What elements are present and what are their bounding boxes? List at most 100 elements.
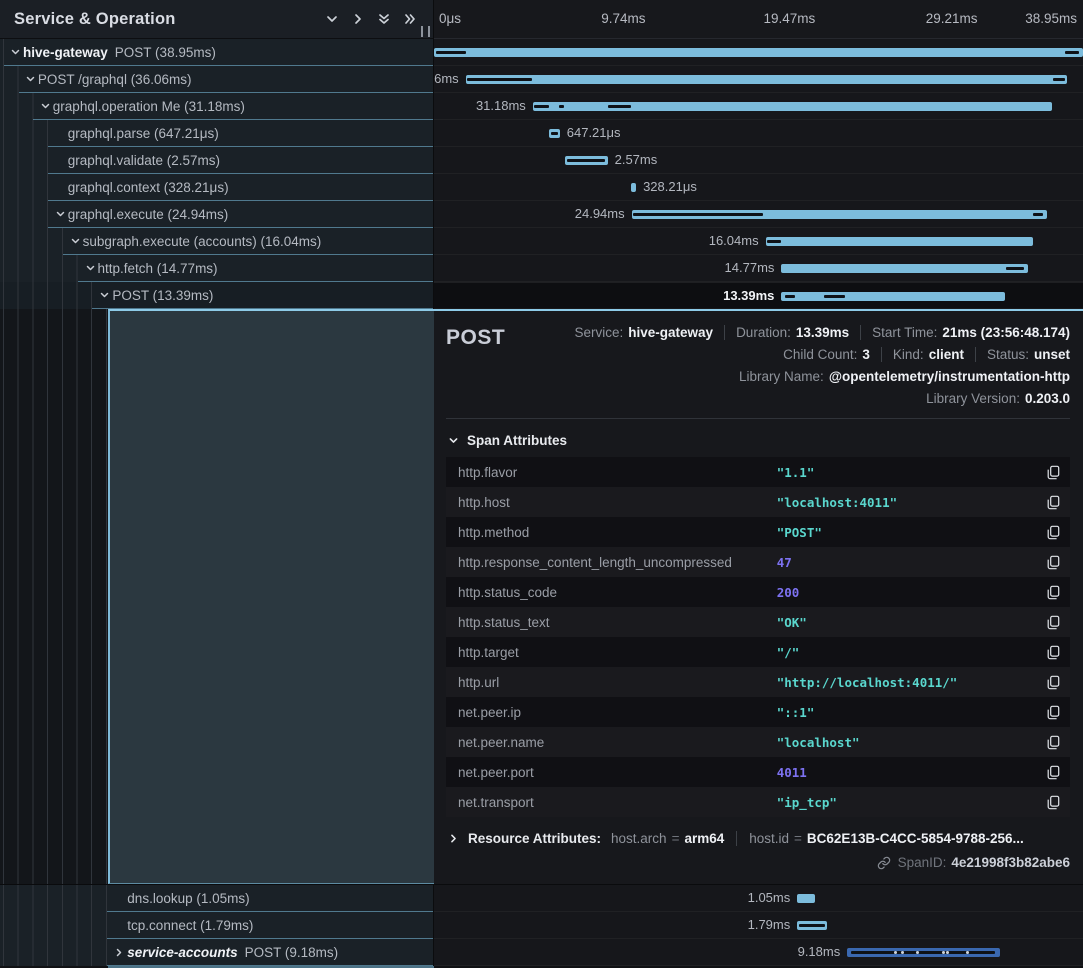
- span-row: graphql.validate (2.57ms)2.57ms: [0, 147, 1083, 174]
- collapse-all-double-chevron-right-icon[interactable]: [397, 6, 423, 32]
- expand-one-chevron-down-icon[interactable]: [319, 6, 345, 32]
- attribute-row: http.status_text"OK": [446, 607, 1070, 637]
- copy-icon[interactable]: [1036, 795, 1070, 810]
- service-name: hive-gateway: [23, 45, 108, 60]
- timeline-row[interactable]: 38.95ms: [434, 39, 1083, 66]
- timeline-row[interactable]: 36.06ms: [434, 66, 1083, 93]
- child-span-dot: [966, 951, 969, 954]
- span-attributes-header[interactable]: Span Attributes: [448, 433, 1070, 448]
- copy-icon[interactable]: [1036, 525, 1070, 540]
- tree-row-graphql.context[interactable]: graphql.context (328.21μs): [0, 174, 434, 201]
- overview-separator: [975, 347, 976, 362]
- child-span-mark: [633, 213, 763, 216]
- span-bar[interactable]: [434, 48, 1083, 57]
- span-bar[interactable]: [565, 156, 608, 165]
- span-bar[interactable]: [632, 210, 1048, 219]
- span-bar[interactable]: [781, 264, 1027, 273]
- selected-span-highlight-box: [108, 309, 434, 884]
- span-bar[interactable]: [797, 894, 814, 903]
- tree-row-POST[interactable]: service-accountsPOST (9.18ms): [0, 939, 434, 966]
- tree-row-dns.lookup[interactable]: dns.lookup (1.05ms): [0, 885, 434, 912]
- tree-row-graphql.operation[interactable]: graphql.operation Me (31.18ms): [0, 93, 434, 120]
- span-duration-label: 328.21μs: [643, 174, 697, 200]
- attribute-key: http.status_code: [446, 585, 777, 600]
- overview-value: unset: [1034, 347, 1070, 362]
- copy-icon[interactable]: [1036, 585, 1070, 600]
- tree-row-subgraph.execute[interactable]: subgraph.execute (accounts) (16.04ms): [0, 228, 434, 255]
- copy-icon[interactable]: [1036, 465, 1070, 480]
- span-bar[interactable]: [533, 102, 1053, 111]
- row-underline: [107, 965, 433, 966]
- chevron-down-icon[interactable]: [23, 74, 38, 85]
- span-row: dns.lookup (1.05ms)1.05ms: [0, 885, 1083, 912]
- span-overview: Service:hive-gatewayDuration:13.39msStar…: [505, 321, 1070, 409]
- timeline-row[interactable]: 1.05ms: [434, 885, 1083, 912]
- tree-row-tcp.connect[interactable]: tcp.connect (1.79ms): [0, 912, 434, 939]
- resource-key: host.id: [749, 831, 789, 846]
- child-span-mark: [1006, 267, 1023, 270]
- overview-line: Service:hive-gatewayDuration:13.39msStar…: [574, 321, 1070, 343]
- span-id-value: 4e21998f3b82abe6: [951, 855, 1070, 870]
- copy-icon[interactable]: [1036, 765, 1070, 780]
- span-bar[interactable]: [631, 183, 636, 192]
- tree-row-graphql.parse[interactable]: graphql.parse (647.21μs): [0, 120, 434, 147]
- timeline-row[interactable]: 328.21μs: [434, 174, 1083, 201]
- chevron-down-icon[interactable]: [38, 101, 53, 112]
- chevron-down-icon[interactable]: [68, 236, 83, 247]
- copy-icon[interactable]: [1036, 735, 1070, 750]
- child-span-dot: [894, 951, 897, 954]
- resource-attributes-row[interactable]: Resource Attributes: host.arch=arm64host…: [448, 831, 1070, 846]
- span-bar[interactable]: [466, 75, 1067, 84]
- chevron-down-icon[interactable]: [83, 263, 98, 274]
- child-span-mark: [1033, 213, 1043, 216]
- tree-row-http.fetch[interactable]: http.fetch (14.77ms): [0, 255, 434, 282]
- copy-icon[interactable]: [1036, 645, 1070, 660]
- timeline-row[interactable]: 13.39ms: [434, 282, 1083, 309]
- link-icon[interactable]: [877, 856, 891, 870]
- tree-row-POST[interactable]: POST /graphql (36.06ms): [0, 66, 434, 93]
- chevron-right-icon[interactable]: [112, 947, 127, 958]
- overview-label: Duration:: [736, 325, 791, 340]
- chevron-down-icon[interactable]: [97, 290, 112, 301]
- overview-label: Start Time:: [872, 325, 937, 340]
- overview-line: Library Name:@opentelemetry/instrumentat…: [739, 365, 1070, 387]
- collapse-one-chevron-right-icon[interactable]: [345, 6, 371, 32]
- overview-value: @opentelemetry/instrumentation-http: [829, 369, 1070, 384]
- timeline-row[interactable]: 24.94ms: [434, 201, 1083, 228]
- chevron-down-icon[interactable]: [53, 209, 68, 220]
- indent-guide-lines: [3, 174, 49, 201]
- child-span-mark: [436, 51, 465, 54]
- timeline-row[interactable]: 2.57ms: [434, 147, 1083, 174]
- copy-icon[interactable]: [1036, 495, 1070, 510]
- attribute-key: http.response_content_length_uncompresse…: [446, 555, 777, 570]
- copy-icon[interactable]: [1036, 555, 1070, 570]
- span-bar[interactable]: [549, 129, 560, 138]
- attribute-key: http.method: [446, 525, 777, 540]
- tree-row-POST[interactable]: POST (13.39ms): [0, 282, 434, 309]
- indent-guide-lines: [3, 147, 49, 174]
- copy-icon[interactable]: [1036, 675, 1070, 690]
- copy-icon[interactable]: [1036, 705, 1070, 720]
- span-bar[interactable]: [797, 921, 827, 930]
- column-resize-handle-icon[interactable]: [421, 26, 430, 37]
- timeline-row[interactable]: 16.04ms: [434, 228, 1083, 255]
- tree-row-graphql.execute[interactable]: graphql.execute (24.94ms): [0, 201, 434, 228]
- tree-row-POST[interactable]: hive-gatewayPOST (38.95ms): [0, 39, 434, 66]
- timeline-tick-label: 29.21ms: [926, 0, 978, 38]
- chevron-down-icon[interactable]: [8, 47, 23, 58]
- timeline-row[interactable]: 9.18ms: [434, 939, 1083, 966]
- copy-icon[interactable]: [1036, 615, 1070, 630]
- tree-row-graphql.validate[interactable]: graphql.validate (2.57ms): [0, 147, 434, 174]
- timeline-row[interactable]: 647.21μs: [434, 120, 1083, 147]
- expand-all-double-chevron-down-icon[interactable]: [371, 6, 397, 32]
- span-bar[interactable]: [781, 292, 1004, 301]
- span-duration-label: 24.94ms: [575, 201, 625, 227]
- overview-label: Status:: [987, 347, 1029, 362]
- timeline-row[interactable]: 14.77ms: [434, 255, 1083, 282]
- span-duration-label: 1.79ms: [748, 912, 791, 938]
- span-duration-label: 36.06ms: [434, 66, 459, 92]
- timeline-row[interactable]: 1.79ms: [434, 912, 1083, 939]
- span-bar[interactable]: [847, 948, 1000, 957]
- timeline-row[interactable]: 31.18ms: [434, 93, 1083, 120]
- span-bar[interactable]: [766, 237, 1033, 246]
